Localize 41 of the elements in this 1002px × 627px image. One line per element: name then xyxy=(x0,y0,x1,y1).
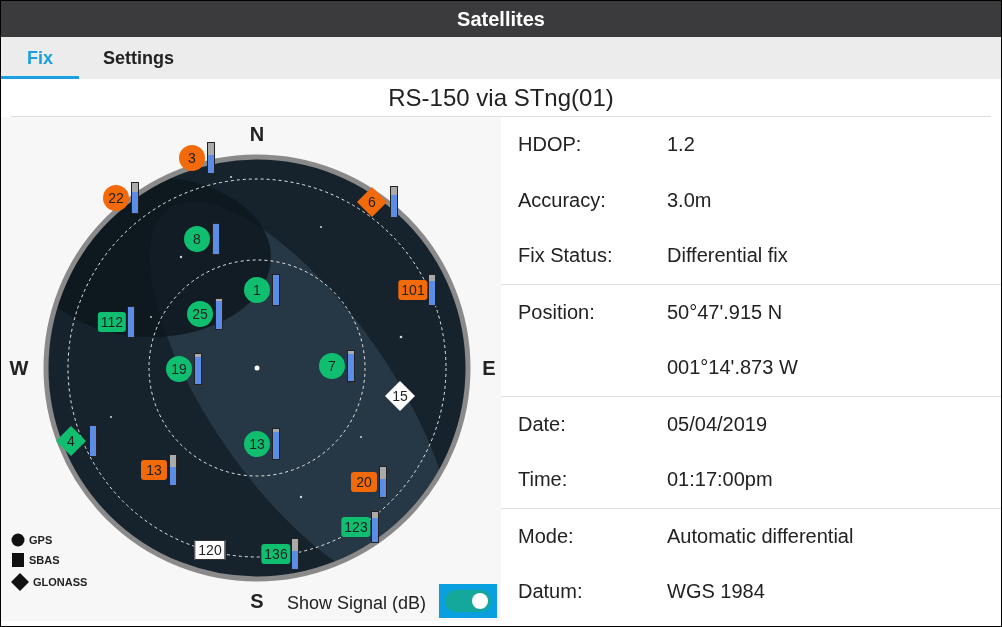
field-value: WGS 1984 xyxy=(667,580,765,604)
field-label: Date: xyxy=(518,412,566,435)
satellite-marker: 22 xyxy=(103,185,129,211)
diamond-icon xyxy=(11,573,29,591)
field-label: Datum: xyxy=(518,580,583,603)
compass-label: E xyxy=(482,356,496,380)
field-label: Fix Status: xyxy=(518,244,613,267)
field-label: Position: xyxy=(518,300,595,323)
legend-label: GLONASS xyxy=(33,576,88,588)
field-value: 3.0m xyxy=(667,188,712,212)
compass-label: N xyxy=(249,122,265,146)
field-label: Accuracy: xyxy=(518,188,606,211)
legend-label: SBAS xyxy=(29,554,60,566)
compass-label: W xyxy=(9,356,29,380)
satellite-marker: 136 xyxy=(261,544,291,564)
circle-icon xyxy=(11,533,25,547)
field-label: Mode: xyxy=(518,524,574,547)
satellite-marker: 101 xyxy=(398,280,428,300)
field-value: 50°47'.915 N xyxy=(667,300,783,324)
satellite-marker: 123 xyxy=(341,517,371,537)
satellite-marker: 120 xyxy=(194,540,226,560)
signal-toggle[interactable] xyxy=(439,584,497,618)
receiver-title: RS-150 via STng(01) xyxy=(388,83,614,112)
window-title: Satellites xyxy=(457,7,545,31)
satellite-marker: 20 xyxy=(351,472,377,492)
field-value: Differential fix xyxy=(667,244,788,268)
satellite-marker: 13 xyxy=(141,460,167,480)
satellite-marker: 3 xyxy=(179,145,205,171)
field-value: 1.2 xyxy=(667,133,695,157)
tab[interactable]: Settings xyxy=(79,37,199,79)
square-icon xyxy=(11,553,25,567)
legend-label: GPS xyxy=(29,534,53,546)
toggle-label: Show Signal (dB) xyxy=(287,593,427,614)
field-value: 001°14'.873 W xyxy=(667,356,798,380)
field-label: Time: xyxy=(518,468,568,491)
field-value: 05/04/2019 xyxy=(667,412,768,436)
field-label: HDOP: xyxy=(518,133,582,156)
field-value: 01:17:00pm xyxy=(667,468,773,492)
compass-label: S xyxy=(250,589,264,613)
satellite-marker: 112 xyxy=(97,312,127,332)
field-value: Automatic differential xyxy=(667,524,854,548)
